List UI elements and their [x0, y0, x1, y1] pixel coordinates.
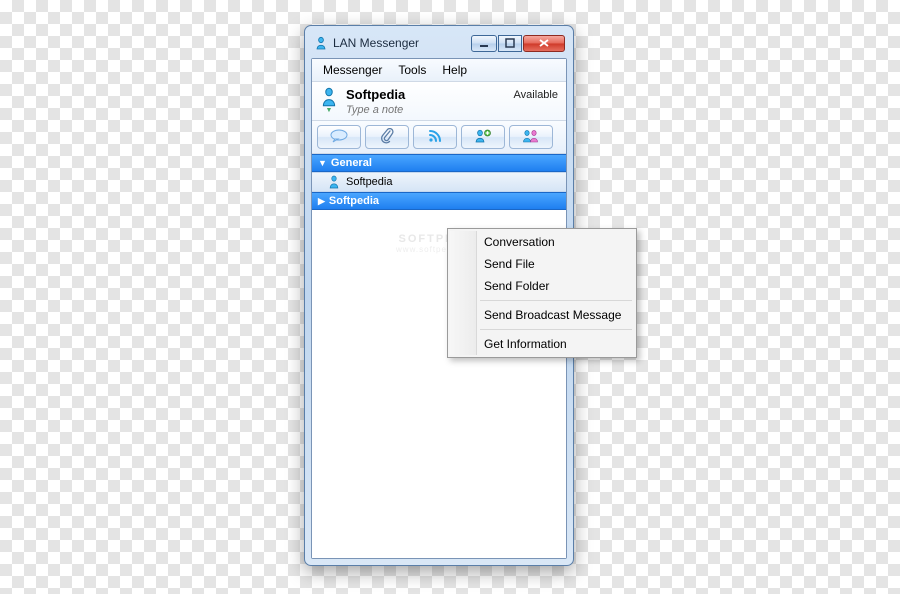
- ctx-send-folder[interactable]: Send Folder: [450, 275, 634, 297]
- user-avatar-icon[interactable]: [320, 87, 338, 107]
- close-button[interactable]: [523, 35, 565, 52]
- group-label: General: [331, 157, 372, 169]
- current-user-name[interactable]: Softpedia: [346, 87, 506, 102]
- users-group-icon: [521, 128, 541, 147]
- group-label: Softpedia: [329, 195, 379, 207]
- context-menu-separator: [480, 300, 632, 301]
- ctx-broadcast[interactable]: Send Broadcast Message: [450, 304, 634, 326]
- context-menu-separator: [480, 329, 632, 330]
- client-area: SOFTPEDIA www.softpedia.com Messenger To…: [311, 58, 567, 559]
- rss-icon: [427, 128, 443, 147]
- contact-row[interactable]: Softpedia: [312, 172, 566, 192]
- toolbar-add-contact-button[interactable]: [461, 125, 505, 149]
- menu-tools[interactable]: Tools: [391, 62, 433, 78]
- toolbar-chat-button[interactable]: [317, 125, 361, 149]
- minimize-button[interactable]: [471, 35, 497, 52]
- contact-avatar-icon: [328, 175, 340, 189]
- window-title: LAN Messenger: [333, 36, 471, 50]
- group-header-general[interactable]: ▼ General: [312, 154, 566, 172]
- contact-name: Softpedia: [346, 176, 392, 188]
- paperclip-icon: [380, 128, 394, 147]
- toolbar: [312, 121, 566, 154]
- titlebar[interactable]: LAN Messenger: [311, 32, 567, 58]
- current-user-status[interactable]: Available: [514, 89, 558, 101]
- add-user-icon: [474, 128, 492, 147]
- user-panel: ▼ Softpedia Available: [312, 82, 566, 121]
- menu-help[interactable]: Help: [435, 62, 474, 78]
- group-header-softpedia[interactable]: ▶ Softpedia: [312, 192, 566, 210]
- ctx-send-file[interactable]: Send File: [450, 253, 634, 275]
- menubar: Messenger Tools Help: [312, 59, 566, 82]
- status-dropdown-icon[interactable]: ▼: [326, 108, 333, 114]
- app-window: LAN Messenger SOFTPEDIA www.softpedia.co…: [304, 25, 574, 566]
- context-menu: Conversation Send File Send Folder Send …: [447, 228, 637, 358]
- toolbar-attach-button[interactable]: [365, 125, 409, 149]
- ctx-conversation[interactable]: Conversation: [450, 231, 634, 253]
- chat-bubble-icon: [329, 129, 349, 146]
- menu-messenger[interactable]: Messenger: [316, 62, 389, 78]
- note-input[interactable]: [346, 104, 506, 116]
- toolbar-broadcast-button[interactable]: [413, 125, 457, 149]
- ctx-get-info[interactable]: Get Information: [450, 333, 634, 355]
- maximize-button[interactable]: [498, 35, 522, 52]
- toolbar-group-button[interactable]: [509, 125, 553, 149]
- chevron-right-icon: ▶: [318, 196, 325, 207]
- chevron-down-icon: ▼: [318, 158, 327, 168]
- app-icon: [313, 35, 329, 51]
